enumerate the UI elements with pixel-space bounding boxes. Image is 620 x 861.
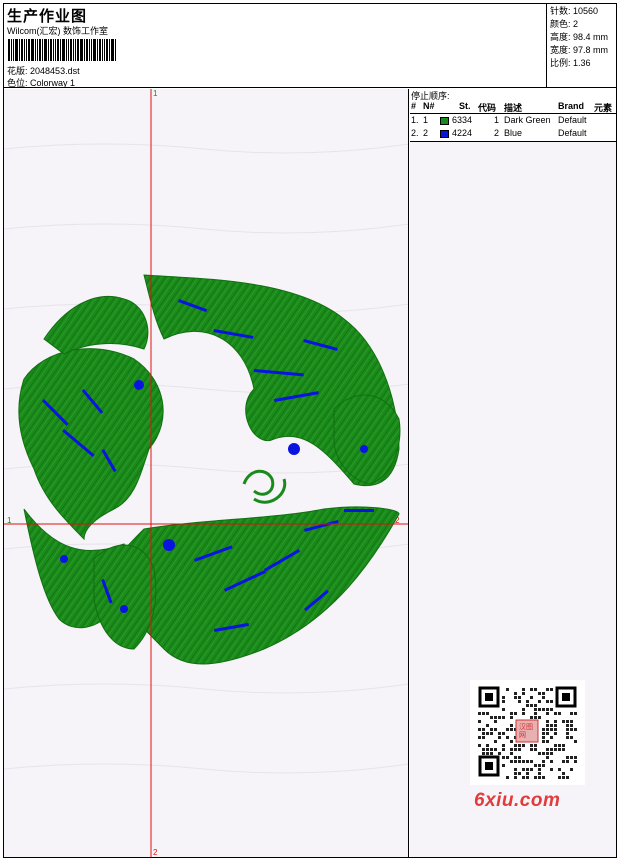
watermark-brand: 6xiu.com: [474, 790, 561, 811]
design-scale: 比例: 1.36: [550, 58, 591, 68]
row-n: 1: [423, 115, 429, 125]
row-hash: 2.: [411, 128, 419, 138]
stop-sequence-header: # N# St. 代码 描述 Brand 元素: [410, 101, 616, 114]
company-name: Wilcom(汇宏) 数饰工作室: [7, 26, 108, 36]
stop-row[interactable]: 1. 1 6334 1 Dark Green Default: [410, 115, 616, 127]
design-label: 花版:: [7, 66, 28, 76]
embroidery-design: [4, 89, 408, 857]
row-desc: Blue: [504, 128, 523, 138]
barcode: [8, 39, 143, 61]
design-file: 2048453.dst: [30, 66, 80, 76]
design-preview[interactable]: 1 2 1 2: [4, 89, 409, 857]
qr-code: 汉图网: [470, 680, 585, 785]
col-element: 元素: [594, 103, 613, 113]
row-brand: Default: [558, 115, 587, 125]
axis-left-label: 1: [7, 516, 12, 525]
row-brand: Default: [558, 128, 587, 138]
qr-seal-text: 汉图网: [519, 724, 533, 739]
center-motif: [242, 469, 287, 504]
stats-box: 针数: 10560 颜色: 2 高度: 98.4 mm 宽度: 97.8 mm …: [546, 3, 617, 87]
color-swatch: [440, 117, 449, 125]
row-n: 2: [423, 128, 429, 138]
axis-bottom-label: 2: [153, 848, 158, 857]
col-n: N#: [423, 101, 435, 111]
row-desc: Dark Green: [504, 115, 551, 125]
axis-right-label: 2: [395, 516, 400, 525]
design-width: 宽度: 97.8 mm: [550, 45, 609, 55]
stop-sequence-panel: 停止顺序: # N# St. 代码 描述 Brand 元素 1. 1 6334 …: [410, 89, 616, 142]
row-hash: 1.: [411, 115, 419, 125]
row-code: 2: [494, 128, 500, 138]
colorway-value: Colorway 1: [30, 78, 76, 88]
col-brand: Brand: [558, 101, 585, 111]
col-st: St.: [459, 101, 471, 111]
colorway-line: 色位: Colorway 1: [7, 76, 75, 89]
col-code: 代码: [478, 103, 497, 113]
row-code: 1: [494, 115, 500, 125]
color-swatch: [440, 130, 449, 138]
col-desc: 描述: [504, 103, 523, 113]
sheet-header: 生产作业图 Wilcom(汇宏) 数饰工作室 花版: 2048453.dst 色…: [3, 3, 617, 88]
stop-row[interactable]: 2. 2 4224 2 Blue Default: [410, 128, 616, 140]
row-st: 6334: [452, 115, 473, 125]
axis-top-label: 1: [153, 89, 158, 98]
stitch-count: 针数: 10560: [550, 6, 599, 16]
col-hash: #: [411, 101, 417, 111]
design-height: 高度: 98.4 mm: [550, 32, 609, 42]
colorway-label: 色位:: [7, 78, 28, 88]
color-count: 颜色: 2: [550, 19, 579, 29]
row-st: 4224: [452, 128, 473, 138]
sheet-title: 生产作业图: [7, 8, 88, 25]
